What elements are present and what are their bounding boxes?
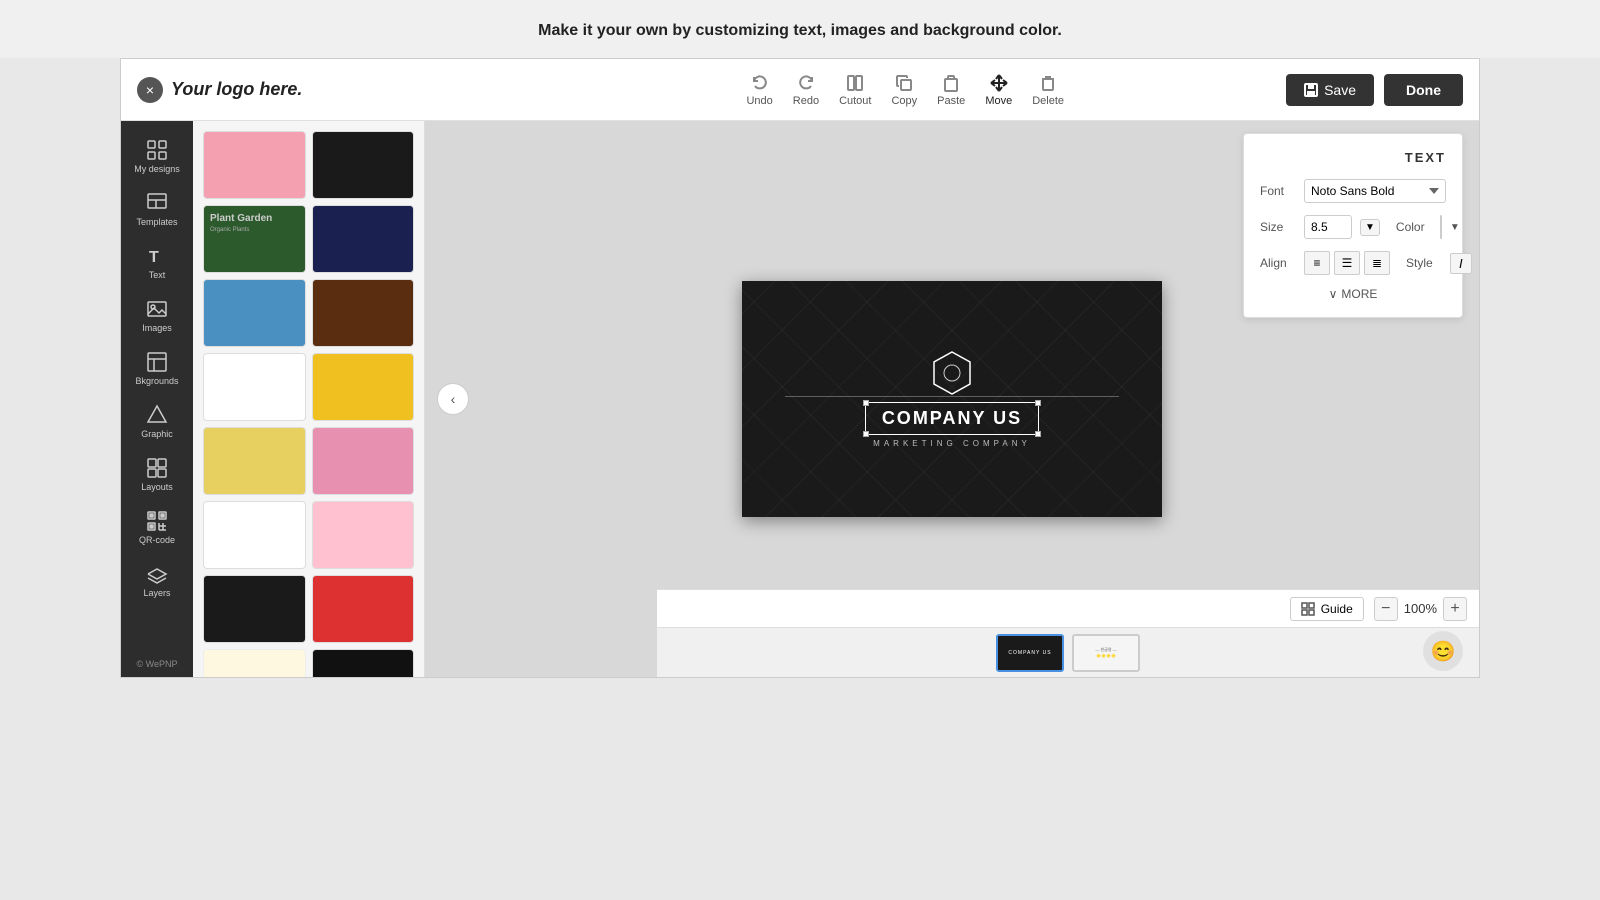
list-item[interactable]	[203, 501, 306, 569]
list-item[interactable]	[312, 279, 415, 347]
zoom-out-button[interactable]: −	[1374, 597, 1398, 621]
copy-button[interactable]: Copy	[891, 73, 917, 107]
move-button[interactable]: Move	[985, 73, 1012, 107]
toolbar-tools: Undo Redo Cutout Copy Paste	[746, 73, 1064, 107]
italic-style-button[interactable]: I	[1450, 253, 1472, 274]
align-right-button[interactable]: ≣	[1364, 251, 1390, 275]
list-item[interactable]	[203, 131, 306, 199]
align-left-button[interactable]: ≡	[1304, 251, 1330, 275]
size-input[interactable]	[1304, 215, 1352, 239]
main-area: My designs Templates T Text Images Bkgro…	[121, 121, 1479, 677]
align-label: Align	[1260, 256, 1296, 270]
canvas-area: ‹ COMPANY US	[425, 121, 1479, 677]
size-label: Size	[1260, 220, 1296, 234]
chatbot-button[interactable]: 😊	[1423, 631, 1463, 671]
toolbar: × Your logo here. Undo Redo Cutout	[121, 59, 1479, 121]
sidebar-item-backgrounds[interactable]: Bkgrounds	[121, 343, 193, 394]
list-item[interactable]	[312, 205, 415, 273]
bottom-bar: Guide − 100% +	[657, 589, 1479, 627]
redo-button[interactable]: Redo	[793, 73, 819, 107]
list-item[interactable]	[203, 279, 306, 347]
list-item[interactable]	[203, 575, 306, 643]
color-arrow-button[interactable]: ▼	[1450, 222, 1460, 233]
list-item[interactable]	[312, 131, 415, 199]
sidebar-footer: © WePNP	[137, 659, 178, 669]
zoom-in-button[interactable]: +	[1443, 597, 1467, 621]
color-swatch[interactable]	[1440, 215, 1442, 239]
toolbar-actions: Save Done	[1286, 74, 1463, 106]
more-button[interactable]: ∨ MORE	[1260, 287, 1446, 301]
guide-button[interactable]: Guide	[1290, 597, 1364, 621]
svg-text:T: T	[149, 249, 159, 266]
sidebar-item-templates[interactable]: Templates	[121, 184, 193, 235]
business-card-canvas[interactable]: COMPANY US MARKETING COMPANY	[742, 281, 1162, 517]
sidebar: My designs Templates T Text Images Bkgro…	[121, 121, 193, 677]
list-item[interactable]	[203, 353, 306, 421]
close-button[interactable]: ×	[137, 77, 163, 103]
color-label: Color	[1396, 220, 1432, 234]
paste-button[interactable]: Paste	[937, 73, 965, 107]
save-button[interactable]: Save	[1286, 74, 1374, 106]
save-label: Save	[1324, 82, 1356, 98]
editor-container: × Your logo here. Undo Redo Cutout	[120, 58, 1480, 678]
prev-button[interactable]: ‹	[437, 383, 469, 415]
list-item[interactable]: DONUT & DONUT	[203, 649, 306, 677]
sidebar-item-qr-code[interactable]: QR-code	[121, 502, 193, 553]
cutout-button[interactable]: Cutout	[839, 73, 871, 107]
company-subtitle: MARKETING COMPANY	[873, 439, 1031, 448]
company-name: COMPANY US	[882, 408, 1022, 428]
logo-area: × Your logo here.	[137, 77, 302, 103]
logo-text: Your logo here.	[171, 79, 302, 100]
list-item[interactable]	[312, 501, 415, 569]
sidebar-item-graphic[interactable]: Graphic	[121, 396, 193, 447]
text-panel: TEXT Font Noto Sans Bold Size ▼ Color ▼	[1243, 133, 1463, 318]
font-select[interactable]: Noto Sans Bold	[1304, 179, 1446, 203]
templates-panel: Plant Garden Organic Plants	[193, 121, 425, 677]
list-item[interactable]	[312, 353, 415, 421]
sidebar-item-text[interactable]: T Text	[121, 237, 193, 288]
thumbnail-1[interactable]: COMPANY US	[996, 634, 1064, 672]
list-item[interactable]	[312, 649, 415, 677]
list-item[interactable]	[312, 575, 415, 643]
zoom-level: 100%	[1404, 601, 1437, 616]
font-label: Font	[1260, 184, 1296, 198]
sidebar-item-layers[interactable]: Layers	[121, 555, 193, 606]
sidebar-item-images[interactable]: Images	[121, 290, 193, 341]
align-center-button[interactable]: ☰	[1334, 251, 1360, 275]
size-down-button[interactable]: ▼	[1360, 219, 1380, 236]
list-item[interactable]	[312, 427, 415, 495]
list-item[interactable]	[203, 427, 306, 495]
undo-button[interactable]: Undo	[746, 73, 772, 107]
sidebar-item-layouts[interactable]: Layouts	[121, 449, 193, 500]
top-banner: Make it your own by customizing text, im…	[0, 0, 1600, 58]
list-item[interactable]: Plant Garden Organic Plants	[203, 205, 306, 273]
text-panel-title: TEXT	[1260, 150, 1446, 165]
done-button[interactable]: Done	[1384, 74, 1463, 106]
guide-label: Guide	[1321, 602, 1353, 616]
page-thumbnails: COMPANY US — 한글명 — 🌟🌟🌟🌟 😊	[657, 627, 1479, 677]
delete-button[interactable]: Delete	[1032, 73, 1064, 107]
sidebar-item-my-designs[interactable]: My designs	[121, 131, 193, 182]
thumbnail-2[interactable]: — 한글명 — 🌟🌟🌟🌟	[1072, 634, 1140, 672]
style-label: Style	[1406, 256, 1442, 270]
